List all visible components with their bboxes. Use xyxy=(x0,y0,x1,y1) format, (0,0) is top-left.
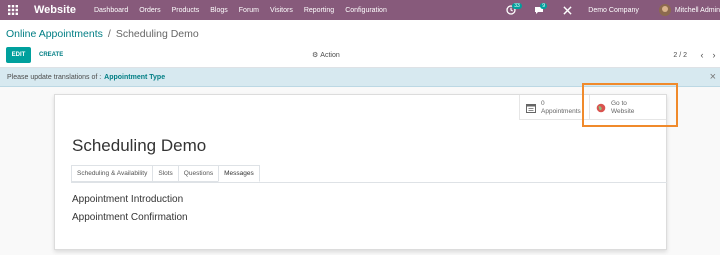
debug-tools-icon[interactable] xyxy=(560,0,574,20)
highlight-box xyxy=(582,83,678,127)
company-switcher[interactable]: Demo Company xyxy=(588,7,639,14)
apps-menu-icon[interactable] xyxy=(2,0,24,20)
menu-visitors[interactable]: Visitors xyxy=(270,7,293,14)
form-sheet: 0 Appointments Go to Website Scheduling … xyxy=(54,94,667,250)
message-confirmation-label: Appointment Confirmation xyxy=(72,212,188,223)
appointments-label: Appointments xyxy=(541,107,581,115)
action-menu-button[interactable]: ⚙ Action xyxy=(312,47,340,63)
action-label: Action xyxy=(320,51,340,59)
create-button[interactable]: CREATE xyxy=(36,47,66,63)
control-panel: Online Appointments / Scheduling Demo ED… xyxy=(0,20,720,68)
edit-button[interactable]: EDIT xyxy=(6,47,31,63)
menu-forum[interactable]: Forum xyxy=(239,7,259,14)
pager-previous-icon[interactable]: ‹ xyxy=(696,47,708,63)
breadcrumb-current: Scheduling Demo xyxy=(115,28,199,40)
tab-questions[interactable]: Questions xyxy=(177,165,220,182)
message-introduction-label: Appointment Introduction xyxy=(72,194,184,205)
tab-slots[interactable]: Slots xyxy=(152,165,179,182)
menu-orders[interactable]: Orders xyxy=(139,7,160,14)
tab-divider xyxy=(71,182,667,183)
close-icon[interactable]: × xyxy=(710,71,716,83)
menu-reporting[interactable]: Reporting xyxy=(304,7,334,14)
chat-badge: 33 xyxy=(512,3,522,9)
appointments-count: 0 xyxy=(541,99,545,107)
gear-icon: ⚙ xyxy=(312,52,319,59)
calendar-icon xyxy=(526,103,536,113)
breadcrumb-parent-link[interactable]: Online Appointments xyxy=(6,28,103,40)
menu-blogs[interactable]: Blogs xyxy=(210,7,228,14)
pager-next-icon[interactable]: › xyxy=(708,47,720,63)
user-menu[interactable]: Mitchell Admin xyxy=(675,7,720,14)
app-brand[interactable]: Website xyxy=(34,4,76,16)
record-title: Scheduling Demo xyxy=(72,136,207,155)
user-avatar[interactable] xyxy=(658,4,671,16)
activity-badge: 9 xyxy=(540,3,548,9)
tab-messages[interactable]: Messages xyxy=(218,165,260,182)
tab-scheduling-availability[interactable]: Scheduling & Availability xyxy=(71,165,154,182)
menu-dashboard[interactable]: Dashboard xyxy=(94,7,128,14)
activity-icon[interactable]: 9 xyxy=(532,0,548,20)
menu-products[interactable]: Products xyxy=(172,7,200,14)
menu-configuration[interactable]: Configuration xyxy=(345,7,387,14)
systray: 33 9 Demo Company Mitchell Admin xyxy=(504,0,720,20)
alert-text: Please update translations of : xyxy=(7,73,102,81)
breadcrumb: Online Appointments / Scheduling Demo xyxy=(6,28,199,40)
appointments-smart-button[interactable]: 0 Appointments xyxy=(519,95,589,120)
breadcrumb-separator: / xyxy=(107,28,111,40)
main-navbar: Website Dashboard Orders Products Blogs … xyxy=(0,0,720,20)
alert-link[interactable]: Appointment Type xyxy=(104,74,165,81)
notebook-tabs: Scheduling & Availability Slots Question… xyxy=(71,165,260,182)
top-menu: Dashboard Orders Products Blogs Forum Vi… xyxy=(94,7,398,14)
chat-icon[interactable]: 33 xyxy=(504,0,522,20)
pager-value[interactable]: 2 / 2 xyxy=(673,47,687,63)
